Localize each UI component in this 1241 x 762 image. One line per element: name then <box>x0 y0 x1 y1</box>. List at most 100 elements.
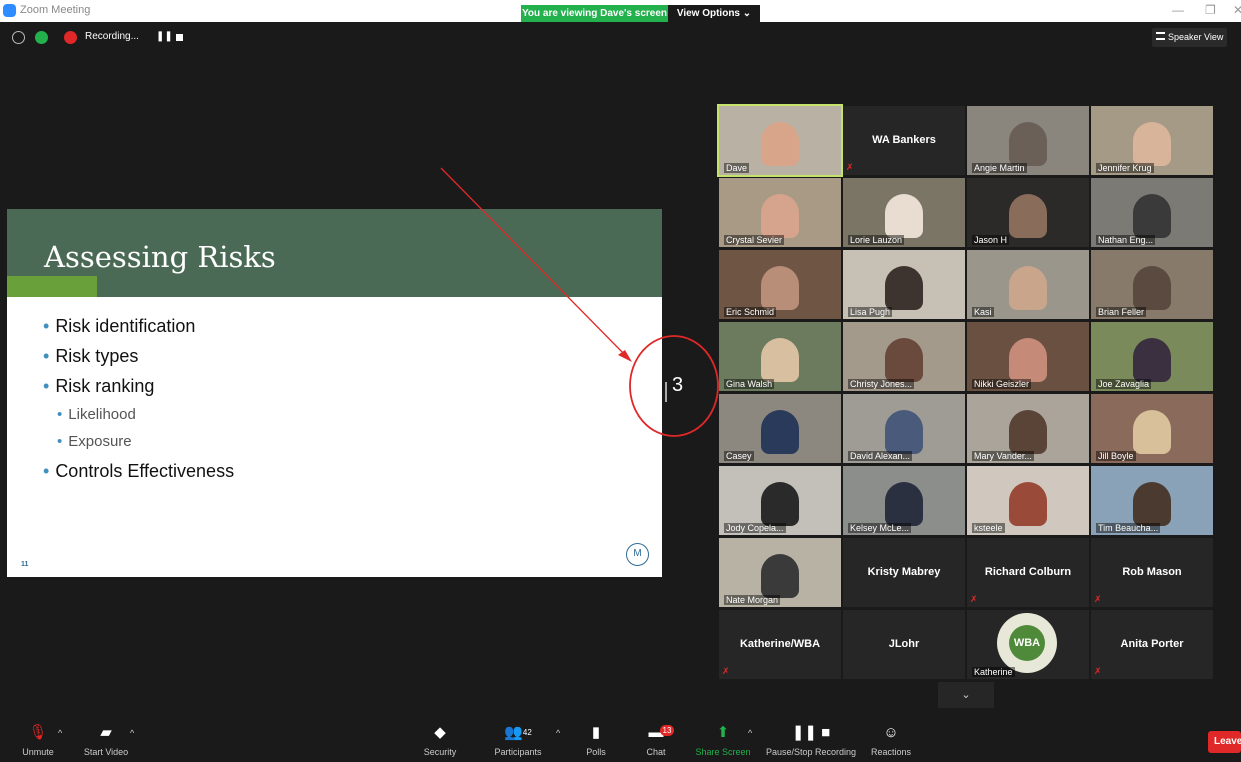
participant-tile[interactable]: Casey <box>719 394 841 463</box>
polls-button[interactable]: ▮ Polls <box>582 722 610 757</box>
chevron-up-icon[interactable]: ^ <box>556 728 560 738</box>
participant-tile[interactable]: WBA Katherine <box>967 610 1089 679</box>
participant-tile[interactable]: Jason H <box>967 178 1089 247</box>
chevron-down-icon[interactable]: ⌄ <box>938 682 994 708</box>
participant-tile[interactable]: David Alexan... <box>843 394 965 463</box>
participant-video <box>1133 194 1171 238</box>
participant-video <box>885 410 923 454</box>
pause-stop-icon: ❚❚ ■ <box>791 724 831 741</box>
participant-tile[interactable]: Jill Boyle <box>1091 394 1213 463</box>
participant-name: Kristy Mabrey <box>867 566 941 578</box>
muted-mic-icon: ✗ <box>846 162 854 172</box>
participant-tile[interactable]: Tim Beaucha... <box>1091 466 1213 535</box>
participant-name: Nathan Eng... <box>1096 235 1156 245</box>
participant-name: Nikki Geiszler <box>972 379 1032 389</box>
participant-tile[interactable]: Mary Vander... <box>967 394 1089 463</box>
participant-tile[interactable]: Katherine/WBA ✗ <box>719 610 841 679</box>
annotation-number: 3 <box>672 374 684 396</box>
participant-tile[interactable]: Lisa Pugh <box>843 250 965 319</box>
share-screen-icon: ⬆ <box>716 724 730 741</box>
participant-tile[interactable]: Richard Colburn ✗ <box>967 538 1089 607</box>
participant-video <box>885 266 923 310</box>
start-video-button[interactable]: ▰ Start Video <box>82 722 130 757</box>
participant-video <box>885 338 923 382</box>
meeting-toolbar: 🎙 Unmute ^ ▰ Start Video ^ ◆ Security 👥42 Pa… <box>0 718 1241 762</box>
unmute-button[interactable]: 🎙 Unmute <box>18 722 58 757</box>
participant-tile[interactable]: Nathan Eng... <box>1091 178 1213 247</box>
participant-video <box>761 122 799 166</box>
annotation-arrow <box>440 167 629 359</box>
participant-tile[interactable]: Jennifer Krug <box>1091 106 1213 175</box>
participant-video <box>885 194 923 238</box>
participant-name: Anita Porter <box>1120 638 1184 650</box>
participant-video <box>761 554 799 598</box>
participant-tile[interactable]: Jody Copela... <box>719 466 841 535</box>
participant-tile[interactable]: Anita Porter ✗ <box>1091 610 1213 679</box>
participant-tile[interactable]: Nate Morgan <box>719 538 841 607</box>
participant-name: Richard Colburn <box>984 566 1072 578</box>
pause-stop-recording-button[interactable]: ❚❚ ■ Pause/Stop Recording <box>765 722 857 757</box>
zoom-window: Zoom Meeting — ❐ ✕ You are viewing Dave'… <box>0 0 1241 762</box>
chevron-up-icon[interactable]: ^ <box>748 728 752 738</box>
participant-video <box>761 482 799 526</box>
muted-mic-icon: ✗ <box>970 594 978 604</box>
wba-logo-icon: WBA <box>997 613 1057 673</box>
muted-mic-icon: ✗ <box>722 666 730 676</box>
participant-video <box>1009 194 1047 238</box>
chevron-up-icon[interactable]: ^ <box>58 728 62 738</box>
participant-name: Kelsey McLe... <box>848 523 912 533</box>
participant-tile[interactable]: Kelsey McLe... <box>843 466 965 535</box>
participant-video <box>761 410 799 454</box>
participant-tile[interactable]: Nikki Geiszler <box>967 322 1089 391</box>
participant-tile[interactable]: JLohr <box>843 610 965 679</box>
participants-icon: 👥42 <box>504 724 532 741</box>
participant-tile[interactable]: Kristy Mabrey <box>843 538 965 607</box>
participant-name: JLohr <box>888 638 920 650</box>
participant-name: Eric Schmid <box>724 307 777 317</box>
text-cursor-icon <box>665 382 667 402</box>
polls-icon: ▮ <box>591 724 601 741</box>
participant-video <box>1009 338 1047 382</box>
participant-tile[interactable]: ksteele <box>967 466 1089 535</box>
participant-name: Kasi <box>972 307 994 317</box>
security-button[interactable]: ◆ Security <box>420 722 460 757</box>
smiley-icon: ☺ <box>883 724 899 741</box>
muted-mic-icon: ✗ <box>1094 666 1102 676</box>
participant-name: Jennifer Krug <box>1096 163 1154 173</box>
participant-name: Christy Jones... <box>848 379 915 389</box>
participant-tile[interactable]: Brian Feller <box>1091 250 1213 319</box>
participant-tile[interactable]: WA Bankers ✗ <box>843 106 965 175</box>
participant-name: Jody Copela... <box>724 523 786 533</box>
participant-tile[interactable]: Gina Walsh <box>719 322 841 391</box>
participant-tile[interactable]: Angie Martin <box>967 106 1089 175</box>
annotation-arrowhead <box>618 350 632 362</box>
participant-video <box>761 338 799 382</box>
participant-name: Brian Feller <box>1096 307 1147 317</box>
participant-tile[interactable]: Dave <box>717 104 843 177</box>
participant-video <box>1133 482 1171 526</box>
participant-video <box>1009 482 1047 526</box>
participant-name: WA Bankers <box>872 134 936 146</box>
participant-name: Lisa Pugh <box>848 307 893 317</box>
reactions-button[interactable]: ☺ Reactions <box>870 722 912 757</box>
participant-name: Nate Morgan <box>724 595 781 605</box>
share-screen-button[interactable]: ⬆ Share Screen <box>695 722 751 757</box>
chat-badge: 13 <box>660 725 674 736</box>
participant-video <box>1009 122 1047 166</box>
participant-tile[interactable]: Kasi <box>967 250 1089 319</box>
participant-tile[interactable]: Christy Jones... <box>843 322 965 391</box>
participant-name: Katherine/WBA <box>739 638 821 650</box>
participants-button[interactable]: 👥42 Participants <box>492 722 544 757</box>
participant-video <box>1133 410 1171 454</box>
chevron-up-icon[interactable]: ^ <box>130 728 134 738</box>
participant-tile[interactable]: Joe Zavaglia <box>1091 322 1213 391</box>
leave-button[interactable]: Leave <box>1208 731 1241 753</box>
participant-video <box>1133 338 1171 382</box>
participant-tile[interactable]: Lorie Lauzon <box>843 178 965 247</box>
participant-tile[interactable]: Rob Mason ✗ <box>1091 538 1213 607</box>
muted-mic-icon: 🎙 <box>28 724 48 741</box>
participant-tile[interactable]: Crystal Sevier <box>719 178 841 247</box>
shield-icon: ◆ <box>434 724 446 741</box>
participant-name: Joe Zavaglia <box>1096 379 1152 389</box>
participant-tile[interactable]: Eric Schmid <box>719 250 841 319</box>
